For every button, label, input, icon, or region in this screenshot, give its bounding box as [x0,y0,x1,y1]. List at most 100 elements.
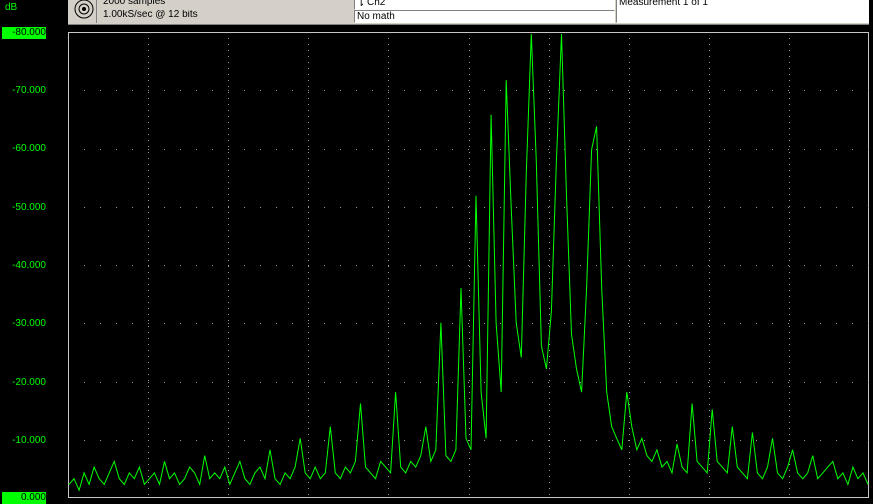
grid-dot [644,323,645,324]
grid-dot [708,90,709,91]
grid-dot [148,476,149,477]
grid-dot [148,404,149,405]
grid-dot [388,434,389,435]
grid-dot [228,152,229,153]
grid-dot [708,265,709,266]
grid-dot [148,62,149,63]
grid-dot [388,242,389,243]
grid-dot [388,323,389,324]
grid-dot [180,382,181,383]
grid-dot [388,224,389,225]
grid-dot [676,207,677,208]
grid-dot [629,470,630,471]
grid-dot [469,314,470,315]
grid-dot [132,265,133,266]
grid-dot [308,188,309,189]
grid-dot [388,248,389,249]
grid-dot [724,323,725,324]
grid-dot [580,149,581,150]
grid-dot [789,428,790,429]
grid-dot [388,194,389,195]
grid-dot [244,149,245,150]
grid-dot [676,265,677,266]
grid-dot [709,122,710,123]
grid-dot [148,207,149,208]
grid-dot [549,194,550,195]
grid-dot [228,164,229,165]
grid-dot [228,404,229,405]
grid-dot [212,149,213,150]
grid-dot [469,356,470,357]
grid-dot [388,428,389,429]
grid-dot [148,290,149,291]
grid-dot [709,260,710,261]
grid-dot [469,398,470,399]
grid-dot [549,254,550,255]
grid-dot [789,122,790,123]
grid-dot [469,410,470,411]
grid-dot [356,149,357,150]
grid-dot [469,68,470,69]
grid-dot [228,236,229,237]
grid-dot [469,248,470,249]
grid-dot [629,482,630,483]
grid-dot [148,110,149,111]
grid-dot [388,200,389,201]
grid-dot [789,314,790,315]
grid-dot [469,470,470,471]
grid-dot [228,200,229,201]
grid-dot [868,323,869,324]
grid-dot [629,296,630,297]
grid-dot [868,90,869,91]
grid-dot [469,116,470,117]
channel-selector[interactable]: ⇂ Ch2 [354,0,615,10]
grid-dot [148,488,149,489]
grid-dot [372,323,373,324]
scope-button[interactable] [70,0,97,23]
grid-dot [148,434,149,435]
grid-dot [244,265,245,266]
grid-dot [148,482,149,483]
grid-dot [308,482,309,483]
grid-dot [709,314,710,315]
grid-dot [228,356,229,357]
grid-dot [772,382,773,383]
grid-dot [308,290,309,291]
grid-dot [676,440,677,441]
grid-dot [789,116,790,117]
grid-dot [324,440,325,441]
grid-dot [228,338,229,339]
grid-dot [148,344,149,345]
grid-dot [532,323,533,324]
grid-dot [629,338,630,339]
grid-dot [612,90,613,91]
grid-dot [756,149,757,150]
grid-dot [388,134,389,135]
grid-dot [228,458,229,459]
grid-dot [469,200,470,201]
grid-dot [292,90,293,91]
grid-dot [789,368,790,369]
grid-dot [549,224,550,225]
grid-dot [164,149,165,150]
grid-dot [789,110,790,111]
grid-dot [549,470,550,471]
grid-dot [852,323,853,324]
grid-dot [629,458,630,459]
measurement-panel[interactable]: Measurement 1 of 1 [616,0,869,23]
grid-dot [388,176,389,177]
grid-dot [308,104,309,105]
grid-dot [789,392,790,393]
grid-dot [820,265,821,266]
grid-dot [228,374,229,375]
grid-dot [549,62,550,63]
math-selector[interactable]: No math [354,10,615,23]
grid-dot [580,90,581,91]
spectrum-plot[interactable] [68,32,869,498]
grid-dot [789,134,790,135]
grid-dot [228,392,229,393]
grid-dot [469,224,470,225]
grid-dot [500,440,501,441]
grid-dot [100,323,101,324]
grid-dot [549,452,550,453]
